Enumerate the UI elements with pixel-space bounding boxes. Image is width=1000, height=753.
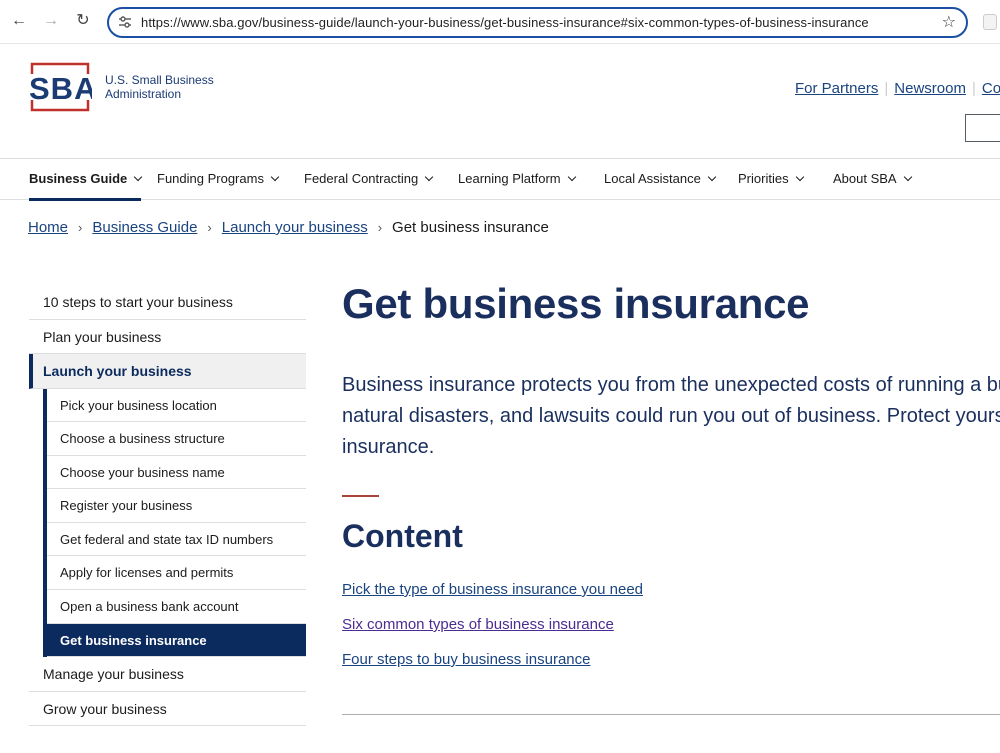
accent-divider — [342, 495, 379, 497]
chevron-right-icon: › — [377, 220, 383, 235]
utility-links: For Partners | Newsroom | Co — [795, 80, 1000, 97]
nav-local-assistance[interactable]: Local Assistance — [604, 159, 717, 199]
intro-line: Business insurance protects you from the… — [342, 374, 1000, 396]
sidenav-item-grow[interactable]: Grow your business — [29, 692, 306, 727]
intro-line: insurance. — [342, 436, 435, 458]
forward-arrow-icon[interactable]: → — [42, 12, 60, 30]
contact-link[interactable]: Co — [982, 80, 1000, 97]
sidenav-subitem-tax-id[interactable]: Get federal and state tax ID numbers — [47, 523, 306, 557]
chevron-right-icon: › — [78, 220, 83, 235]
nav-about-sba[interactable]: About SBA — [833, 159, 912, 199]
toc-link-pick-type[interactable]: Pick the type of business insurance you … — [342, 580, 643, 615]
nav-label: Local Assistance — [604, 171, 701, 186]
sidenav-subsection: Pick your business location Choose a bus… — [43, 388, 306, 658]
content-heading: Content — [342, 518, 463, 554]
breadcrumb-current: Get business insurance — [392, 219, 549, 236]
agency-line-2: Administration — [105, 87, 182, 101]
for-partners-link[interactable]: For Partners — [795, 80, 878, 97]
chevron-down-icon — [134, 172, 143, 182]
sidenav-item-plan[interactable]: Plan your business — [29, 320, 306, 354]
sidenav-item-launch[interactable]: Launch your business — [29, 354, 306, 389]
chevron-down-icon — [707, 172, 717, 182]
extension-icon[interactable] — [983, 14, 997, 30]
address-bar[interactable]: https://www.sba.gov/business-guide/launc… — [107, 7, 968, 38]
side-navigation: 10 steps to start your business Plan you… — [29, 285, 306, 727]
search-input[interactable] — [965, 114, 1000, 142]
sba-logo-text: SBA — [29, 71, 92, 106]
back-arrow-icon[interactable]: ← — [10, 12, 28, 30]
browser-toolbar: ← → ↻ https://www.sba.gov/business-guide… — [0, 0, 1000, 44]
breadcrumb: Home › Business Guide › Launch your business… — [28, 219, 549, 236]
nav-label: Learning Platform — [458, 171, 561, 186]
nav-label: Business Guide — [29, 171, 128, 186]
sidenav-subitem-structure[interactable]: Choose a business structure — [47, 422, 306, 456]
reload-icon[interactable]: ↻ — [74, 12, 92, 30]
main-navigation: Business Guide Funding Programs Federal … — [0, 158, 1000, 201]
intro-line: natural disasters, and lawsuits could ru… — [342, 405, 1000, 427]
toc-link-six-types[interactable]: Six common types of business insurance — [342, 615, 643, 650]
nav-label: Funding Programs — [157, 171, 264, 186]
intro-paragraph: Business insurance protects you from the… — [342, 370, 1000, 463]
section-divider — [342, 714, 1000, 715]
sidenav-item-10-steps[interactable]: 10 steps to start your business — [29, 285, 306, 320]
nav-priorities[interactable]: Priorities — [738, 159, 804, 199]
chevron-down-icon — [567, 172, 576, 182]
sba-logo[interactable]: SBA — [28, 62, 92, 112]
nav-federal-contracting[interactable]: Federal Contracting — [304, 159, 434, 199]
sidenav-subitem-location[interactable]: Pick your business location — [47, 389, 306, 423]
nav-label: About SBA — [833, 171, 897, 186]
breadcrumb-business-guide[interactable]: Business Guide — [92, 219, 197, 236]
sidenav-subitem-register[interactable]: Register your business — [47, 489, 306, 523]
table-of-contents: Pick the type of business insurance you … — [342, 580, 643, 685]
toc-link-four-steps[interactable]: Four steps to buy business insurance — [342, 650, 643, 685]
agency-name: U.S. Small Business Administration — [105, 73, 214, 101]
newsroom-link[interactable]: Newsroom — [894, 80, 966, 97]
sidenav-subitem-name[interactable]: Choose your business name — [47, 456, 306, 490]
agency-line-1: U.S. Small Business — [105, 73, 214, 87]
nav-label: Federal Contracting — [304, 171, 419, 186]
chevron-down-icon — [903, 172, 912, 182]
breadcrumb-home[interactable]: Home — [28, 219, 68, 236]
sidenav-subitem-licenses[interactable]: Apply for licenses and permits — [47, 556, 306, 591]
bookmark-star-icon[interactable]: ☆ — [942, 12, 956, 32]
nav-learning-platform[interactable]: Learning Platform — [458, 159, 576, 199]
nav-funding-programs[interactable]: Funding Programs — [157, 159, 280, 199]
chevron-right-icon: › — [207, 220, 212, 235]
sidenav-subitem-bank-account[interactable]: Open a business bank account — [47, 590, 306, 624]
page-title: Get business insurance — [342, 280, 810, 327]
chevron-down-icon — [795, 172, 804, 182]
sidenav-subitem-insurance[interactable]: Get business insurance — [47, 623, 306, 658]
sidenav-item-manage[interactable]: Manage your business — [29, 657, 306, 692]
breadcrumb-launch-your-business[interactable]: Launch your business — [222, 219, 368, 236]
nav-business-guide[interactable]: Business Guide — [29, 159, 143, 201]
chevron-down-icon — [270, 172, 280, 182]
url-text: https://www.sba.gov/business-guide/launc… — [141, 15, 869, 30]
chevron-down-icon — [424, 172, 434, 182]
site-settings-icon[interactable] — [117, 14, 133, 30]
nav-label: Priorities — [738, 171, 789, 186]
